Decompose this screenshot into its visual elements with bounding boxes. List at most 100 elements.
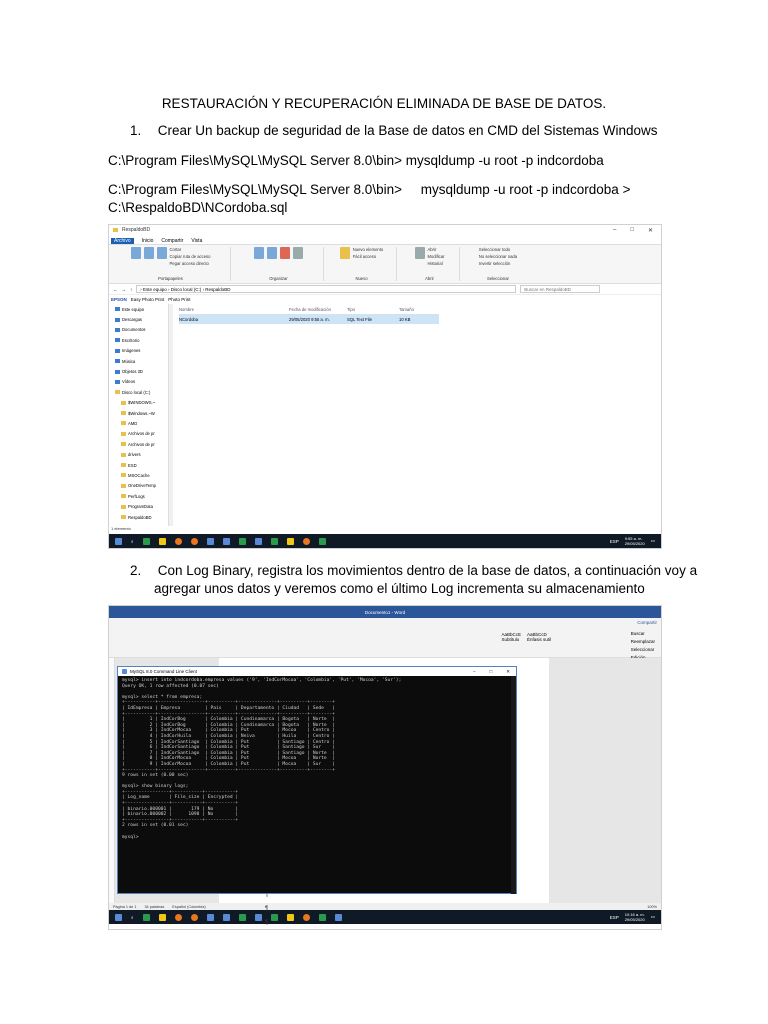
tab-inicio[interactable]: Inicio bbox=[142, 238, 154, 244]
tray-lang[interactable]: ESP bbox=[610, 915, 619, 920]
up-icon[interactable]: ↑ bbox=[130, 287, 132, 292]
edge-icon[interactable] bbox=[254, 913, 262, 921]
column-type[interactable]: Tipo bbox=[347, 307, 399, 312]
search-icon[interactable]: ⌕ bbox=[131, 539, 134, 544]
chrome-icon[interactable] bbox=[174, 537, 182, 545]
history-button[interactable]: Historial bbox=[428, 261, 445, 266]
nav-item[interactable]: Archivos de pr bbox=[115, 439, 168, 449]
nav-item[interactable]: Archivos de pr bbox=[115, 429, 168, 439]
move-icon[interactable] bbox=[254, 247, 264, 259]
chrome-icon[interactable] bbox=[174, 913, 182, 921]
cmd-window[interactable]: MySQL 8.0 Command Line Client – □ ✕ mysq… bbox=[117, 666, 517, 894]
nav-item[interactable]: Escritorio bbox=[115, 335, 168, 345]
edit-button[interactable]: Modificar bbox=[428, 254, 445, 259]
nav-item[interactable]: MSOCache bbox=[115, 470, 168, 480]
maximize-button[interactable]: □ bbox=[630, 227, 634, 234]
new-folder-icon[interactable] bbox=[339, 247, 350, 259]
tab-archivo[interactable]: Archivo bbox=[111, 238, 134, 244]
tab-compartir[interactable]: Compartir bbox=[161, 238, 183, 244]
nav-item[interactable]: PerfLogs bbox=[115, 491, 168, 501]
nav-item[interactable]: $WINDOWS.~ bbox=[115, 398, 168, 408]
notes-icon[interactable] bbox=[286, 537, 294, 545]
copy-path-button[interactable]: Copiar ruta de acceso bbox=[170, 254, 211, 259]
tray-lang[interactable]: ESP bbox=[610, 539, 619, 544]
terminal-icon[interactable] bbox=[318, 537, 326, 545]
task-view-icon[interactable] bbox=[142, 537, 150, 545]
cmd-close-button[interactable]: ✕ bbox=[506, 669, 510, 675]
vscode-icon[interactable] bbox=[206, 537, 214, 545]
select-button[interactable]: Seleccionar bbox=[631, 646, 655, 654]
nav-item[interactable]: Objetos 3D bbox=[115, 366, 168, 376]
select-all-button[interactable]: Seleccionar todo bbox=[479, 247, 517, 252]
pin-icon[interactable] bbox=[130, 247, 141, 259]
delete-icon[interactable] bbox=[280, 247, 290, 259]
nav-item[interactable]: Vídeos bbox=[115, 377, 168, 387]
copy-icon[interactable] bbox=[143, 247, 154, 259]
file-explorer-icon[interactable] bbox=[158, 537, 166, 545]
terminal-icon[interactable] bbox=[318, 913, 326, 921]
close-button[interactable]: ✕ bbox=[648, 227, 653, 234]
file-explorer-icon[interactable] bbox=[158, 913, 166, 921]
open-button[interactable]: Abrir bbox=[428, 247, 445, 252]
notifications-icon[interactable]: ▭ bbox=[651, 914, 655, 920]
forward-icon[interactable]: → bbox=[122, 287, 127, 292]
minimize-button[interactable]: – bbox=[613, 227, 616, 234]
nav-item[interactable]: RespaldoBD bbox=[115, 512, 168, 522]
replace-button[interactable]: Reemplazar bbox=[631, 638, 655, 646]
select-none-button[interactable]: No seleccionar nada bbox=[479, 254, 517, 259]
nav-item[interactable]: Imágenes bbox=[115, 346, 168, 356]
language[interactable]: Español (Colombia) bbox=[172, 905, 205, 909]
app-icon[interactable] bbox=[270, 913, 278, 921]
nav-item[interactable]: Este equipo bbox=[115, 304, 168, 314]
column-date[interactable]: Fecha de modificación bbox=[289, 307, 347, 312]
app-icon[interactable] bbox=[270, 537, 278, 545]
nav-item[interactable]: drivers bbox=[115, 449, 168, 459]
copy-to-icon[interactable] bbox=[267, 247, 277, 259]
photo-print-button[interactable]: Photo Print bbox=[168, 297, 190, 302]
notifications-icon[interactable]: ▭ bbox=[651, 538, 655, 544]
vlc-icon[interactable] bbox=[302, 537, 310, 545]
search-input[interactable]: Buscar en RespaldoBD bbox=[520, 285, 601, 293]
firefox-icon[interactable] bbox=[190, 913, 198, 921]
search-icon[interactable]: ⌕ bbox=[131, 915, 134, 920]
zoom-level[interactable]: 100% bbox=[647, 905, 661, 909]
windows-start-icon[interactable] bbox=[115, 913, 122, 921]
task-view-icon[interactable] bbox=[142, 913, 150, 921]
easy-photo-print-button[interactable]: Easy Photo Print bbox=[131, 297, 165, 302]
cmd-scrollbar[interactable] bbox=[511, 676, 516, 894]
nav-item[interactable]: ProgramData bbox=[115, 501, 168, 511]
word-icon[interactable] bbox=[222, 537, 230, 545]
file-row[interactable]: NCordoba 29/05/2020 9:55 a. m. SQL Text … bbox=[179, 314, 439, 324]
notes-icon[interactable] bbox=[286, 913, 294, 921]
cmd-maximize-button[interactable]: □ bbox=[490, 669, 493, 675]
new-item-button[interactable]: Nuevo elemento bbox=[353, 247, 384, 252]
nav-item[interactable]: OneDriveTemp bbox=[115, 481, 168, 491]
nav-item[interactable]: Documentos bbox=[115, 325, 168, 335]
tab-vista[interactable]: Vista bbox=[191, 238, 202, 244]
column-name[interactable]: Nombre bbox=[179, 307, 289, 312]
nav-item[interactable]: Descargas bbox=[115, 314, 168, 324]
vscode-icon[interactable] bbox=[206, 913, 214, 921]
properties-icon[interactable] bbox=[414, 247, 425, 259]
excel-icon[interactable] bbox=[238, 913, 246, 921]
word-icon[interactable] bbox=[222, 913, 230, 921]
address-bar[interactable]: › Este equipo › Disco local (C:) › Respa… bbox=[136, 285, 517, 293]
share-button[interactable]: Compartir bbox=[637, 620, 657, 625]
nav-item[interactable]: AMD bbox=[115, 418, 168, 428]
nav-item[interactable]: $Windows.~W bbox=[115, 408, 168, 418]
edge-icon[interactable] bbox=[254, 537, 262, 545]
nav-item[interactable]: Música bbox=[115, 356, 168, 366]
rename-icon[interactable] bbox=[293, 247, 303, 259]
column-size[interactable]: Tamaño bbox=[399, 307, 439, 312]
cmd-taskbar-icon[interactable] bbox=[334, 913, 342, 921]
firefox-icon[interactable] bbox=[190, 537, 198, 545]
invert-selection-button[interactable]: Invertir selección bbox=[479, 261, 517, 266]
excel-icon[interactable] bbox=[238, 537, 246, 545]
vlc-icon[interactable] bbox=[302, 913, 310, 921]
paste-icon[interactable] bbox=[156, 247, 167, 259]
find-button[interactable]: Buscar bbox=[631, 630, 655, 638]
cut-button[interactable]: Cortar bbox=[170, 247, 211, 252]
nav-item[interactable]: Disco local (C:) bbox=[115, 387, 168, 397]
cmd-minimize-button[interactable]: – bbox=[473, 669, 476, 675]
paste-shortcut-button[interactable]: Pegar acceso directo bbox=[170, 261, 211, 266]
